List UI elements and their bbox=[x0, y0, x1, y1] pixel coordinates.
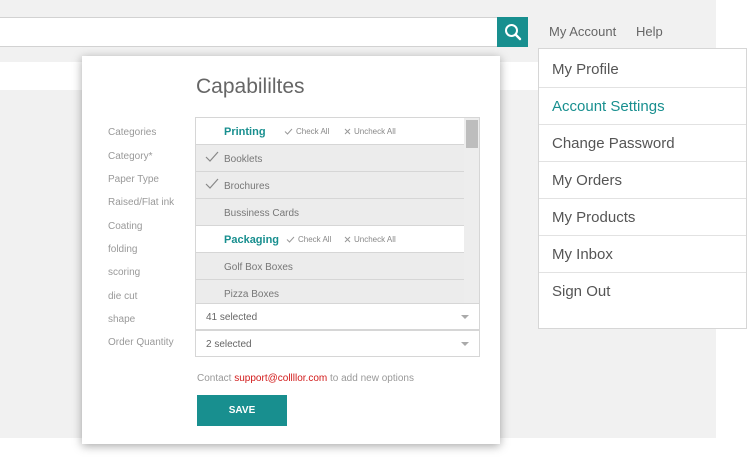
contact-prefix: Contact bbox=[197, 373, 235, 384]
my-account-link[interactable]: My Account bbox=[549, 24, 616, 39]
menu-item-my-profile[interactable]: My Profile bbox=[539, 51, 746, 88]
label-folding: folding bbox=[108, 244, 138, 255]
order-quantity-select-value: 2 selected bbox=[206, 339, 252, 350]
close-icon bbox=[344, 128, 351, 135]
shape-select-value: 41 selected bbox=[206, 312, 258, 323]
chevron-down-icon bbox=[461, 315, 469, 319]
list-scrollbar-thumb[interactable] bbox=[466, 120, 478, 148]
label-coating: Coating bbox=[108, 221, 143, 232]
group-name: Packaging bbox=[224, 234, 280, 246]
option-label: Bussiness Cards bbox=[224, 208, 300, 219]
option-label: Golf Box Boxes bbox=[224, 262, 293, 273]
option-label: Booklets bbox=[224, 154, 263, 165]
uncheck-all-label: Uncheck All bbox=[354, 127, 396, 136]
option-brochures[interactable]: Brochures bbox=[196, 172, 464, 199]
support-email-link[interactable]: support@collllor.com bbox=[234, 373, 327, 384]
menu-item-my-inbox[interactable]: My Inbox bbox=[539, 236, 746, 273]
menu-item-my-orders[interactable]: My Orders bbox=[539, 162, 746, 199]
label-shape: shape bbox=[108, 314, 136, 325]
label-category: Category* bbox=[108, 151, 153, 162]
group-header-printing: Printing Check All Uncheck All bbox=[196, 118, 464, 145]
check-icon bbox=[205, 178, 219, 189]
search-icon bbox=[504, 24, 521, 41]
check-icon bbox=[205, 151, 219, 162]
uncheck-all-label: Uncheck All bbox=[354, 235, 396, 244]
modal-title: Capabililtes bbox=[196, 75, 305, 98]
option-business-cards[interactable]: Bussiness Cards bbox=[196, 199, 464, 226]
option-pizza-boxes[interactable]: Pizza Boxes bbox=[196, 280, 464, 303]
shape-select[interactable]: 41 selected bbox=[195, 303, 480, 330]
uncheck-all-packaging[interactable]: Uncheck All bbox=[344, 235, 396, 244]
page: My Account Help Capabililtes Categories … bbox=[0, 0, 748, 460]
search-input[interactable] bbox=[0, 17, 498, 47]
search-button[interactable] bbox=[497, 17, 528, 47]
capabilities-modal: Capabililtes Categories Category* Paper … bbox=[82, 56, 500, 444]
label-die-cut: die cut bbox=[108, 291, 138, 302]
check-all-label: Check All bbox=[296, 127, 330, 136]
group-name: Printing bbox=[224, 126, 266, 138]
label-scoring: scoring bbox=[108, 267, 141, 278]
check-all-packaging[interactable]: Check All bbox=[286, 235, 331, 244]
option-label: Pizza Boxes bbox=[224, 289, 280, 300]
order-quantity-select[interactable]: 2 selected bbox=[195, 330, 480, 357]
contact-note: Contact support@collllor.com to add new … bbox=[197, 373, 414, 384]
check-icon bbox=[284, 128, 293, 135]
uncheck-all-printing[interactable]: Uncheck All bbox=[344, 127, 396, 136]
menu-item-change-password[interactable]: Change Password bbox=[539, 125, 746, 162]
label-order-quantity: Order Quantity bbox=[108, 337, 174, 348]
chevron-down-icon bbox=[461, 342, 469, 346]
check-all-label: Check All bbox=[298, 235, 332, 244]
menu-item-my-products[interactable]: My Products bbox=[539, 199, 746, 236]
check-all-printing[interactable]: Check All bbox=[284, 127, 329, 136]
label-paper-type: Paper Type bbox=[108, 174, 159, 185]
close-icon bbox=[344, 236, 351, 243]
label-categories: Categories bbox=[108, 127, 157, 138]
option-booklets[interactable]: Booklets bbox=[196, 145, 464, 172]
label-raised-flat-ink: Raised/Flat ink bbox=[108, 197, 175, 208]
menu-item-sign-out[interactable]: Sign Out bbox=[539, 273, 746, 310]
group-header-packaging: Packaging Check All Uncheck All bbox=[196, 226, 464, 253]
category-multiselect-list[interactable]: Printing Check All Uncheck All Booklets … bbox=[195, 117, 480, 303]
save-button[interactable]: SAVE bbox=[197, 395, 287, 426]
menu-item-account-settings[interactable]: Account Settings bbox=[539, 88, 746, 125]
help-link[interactable]: Help bbox=[636, 24, 663, 39]
option-label: Brochures bbox=[224, 181, 270, 192]
check-icon bbox=[286, 236, 295, 243]
account-dropdown-menu: My Profile Account Settings Change Passw… bbox=[538, 48, 747, 329]
option-golf-box-boxes[interactable]: Golf Box Boxes bbox=[196, 253, 464, 280]
contact-suffix: to add new options bbox=[327, 373, 414, 384]
